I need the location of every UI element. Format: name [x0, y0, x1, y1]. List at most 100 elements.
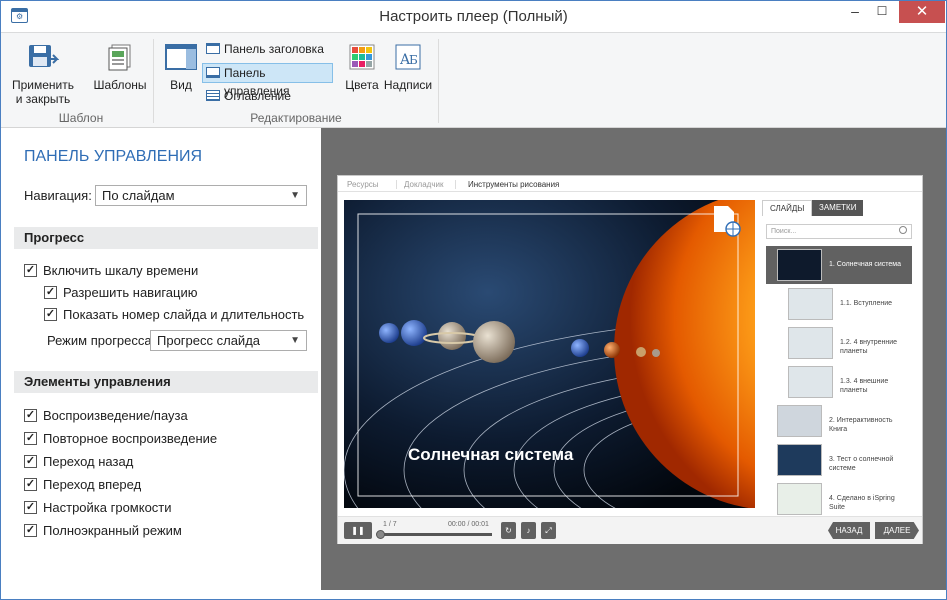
templates-icon	[108, 44, 131, 71]
labels-text-icon: A Б	[395, 44, 421, 70]
search-placeholder: Поиск...	[771, 228, 797, 235]
control-checkbox-label: Переход назад	[43, 454, 134, 469]
slide-thumbnail	[788, 366, 833, 398]
ribbon-separator	[153, 39, 154, 123]
colors-palette-icon	[349, 44, 375, 70]
title-panel-icon	[206, 43, 220, 54]
templates-label: Шаблоны	[93, 78, 147, 92]
slide-list-label: 1.1. Вступление	[840, 300, 893, 307]
slide-list-item[interactable]: 1. Солнечная система	[766, 246, 912, 284]
svg-text:Б: Б	[409, 53, 418, 67]
colors-label: Цвета	[345, 78, 379, 92]
slide-list-label: 2. Интерактивность Книга	[829, 417, 893, 433]
show-slide-number-checkbox[interactable]: ✓ Показать номер слайда и длительность	[44, 307, 304, 322]
fullscreen-button[interactable]: ⤢	[541, 522, 556, 539]
slide-list-label: 1.2. 4 внутренние планеты	[840, 339, 898, 355]
progress-section-header: Прогресс	[14, 227, 318, 249]
checkbox-checked-icon: ✓	[24, 455, 37, 468]
tab-drawing-tools[interactable]: Инструменты рисования	[455, 180, 559, 189]
slide-list-label: 4. Сделано в iSpring Suite	[829, 495, 895, 511]
control-checkbox[interactable]: ✓ Повторное воспроизведение	[24, 431, 217, 446]
back-button[interactable]: НАЗАД	[828, 522, 870, 539]
pause-button[interactable]: ❚❚	[344, 522, 372, 539]
toc-label: Оглавление	[224, 89, 291, 103]
next-button[interactable]: ДАЛЕЕ	[875, 522, 919, 539]
replay-icon: ↻	[505, 526, 512, 535]
labels-label: Надписи	[383, 78, 433, 92]
close-button[interactable]: ✕	[899, 1, 945, 23]
settings-panel: ПАНЕЛЬ УПРАВЛЕНИЯ Навигация: По слайдам …	[11, 128, 321, 590]
apply-close-label-line2: и закрыть	[15, 92, 71, 106]
colors-button[interactable]: Цвета	[343, 43, 381, 92]
replay-button[interactable]: ↻	[501, 522, 516, 539]
navigation-select[interactable]: По слайдам ▼	[95, 185, 307, 206]
templates-button[interactable]: Шаблоны	[89, 43, 151, 92]
enable-timeline-checkbox[interactable]: ✓ Включить шкалу времени	[24, 263, 198, 278]
slide-search-input[interactable]: Поиск...	[766, 224, 912, 239]
group-template-label: Шаблон	[58, 111, 104, 125]
progress-mode-select[interactable]: Прогресс слайда ▼	[150, 330, 307, 351]
control-checkbox[interactable]: ✓ Настройка громкости	[24, 500, 172, 515]
minimize-button[interactable]: ‒	[840, 1, 870, 23]
title-panel-button[interactable]: Панель заголовка	[203, 40, 331, 60]
slide-list-item[interactable]: 3. Тест о солнечной системе	[766, 441, 912, 479]
player-controls: ❚❚ 1 / 7 00:00 / 00:01 ↻ ♪ ⤢ НАЗАД ДАЛЕЕ	[338, 516, 922, 544]
tab-notes[interactable]: ЗАМЕТКИ	[812, 200, 864, 216]
title-panel-label: Панель заголовка	[224, 42, 324, 56]
view-layout-icon	[165, 44, 197, 70]
checkbox-checked-icon: ✓	[24, 432, 37, 445]
progress-mode-value: Прогресс слайда	[157, 333, 261, 348]
volume-button[interactable]: ♪	[521, 522, 536, 539]
control-checkbox[interactable]: ✓ Переход вперед	[24, 477, 141, 492]
slide-list-item[interactable]: 1.1. Вступление	[766, 285, 912, 323]
tab-presenter[interactable]: Докладчик	[396, 180, 443, 189]
progress-track[interactable]	[380, 533, 492, 536]
slide-list-label: 3. Тест о солнечной системе	[829, 456, 894, 472]
control-checkbox[interactable]: ✓ Воспроизведение/пауза	[24, 408, 188, 423]
panel-heading: ПАНЕЛЬ УПРАВЛЕНИЯ	[24, 148, 203, 165]
chevron-down-icon: ▼	[290, 335, 300, 346]
allow-navigation-checkbox[interactable]: ✓ Разрешить навигацию	[44, 285, 198, 300]
volume-icon: ♪	[526, 526, 531, 535]
control-checkbox[interactable]: ✓ Полноэкранный режим	[24, 523, 182, 538]
slide-counter: 1 / 7	[383, 521, 397, 528]
checkbox-checked-icon: ✓	[44, 286, 57, 299]
enable-timeline-label: Включить шкалу времени	[43, 263, 199, 278]
apply-close-button[interactable]: Применить и закрыть	[11, 43, 75, 106]
slide-thumbnail	[788, 288, 833, 320]
tab-slides[interactable]: СЛАЙДЫ	[762, 200, 813, 216]
progress-mode-label: Режим прогресса:	[47, 333, 156, 348]
slide-list-item[interactable]: 4. Сделано в iSpring Suite	[766, 480, 912, 518]
slide-list-item[interactable]: 2. Интерактивность Книга	[766, 402, 912, 440]
allow-navigation-label: Разрешить навигацию	[63, 285, 198, 300]
slide-title: Солнечная система	[408, 445, 574, 464]
tab-resources[interactable]: Ресурсы	[347, 180, 379, 189]
control-panel-button[interactable]: Панель управления	[202, 63, 333, 98]
navigation-label: Навигация:	[24, 188, 92, 203]
slide-thumbnail	[777, 249, 822, 281]
fullscreen-icon: ⤢	[545, 526, 552, 535]
slide-canvas: Солнечная система	[344, 200, 755, 508]
window-title: Настроить плеер (Полный)	[379, 8, 568, 25]
slide-list-item[interactable]: 1.3. 4 внешние планеты	[766, 363, 912, 401]
control-checkbox[interactable]: ✓ Переход назад	[24, 454, 133, 469]
progress-handle[interactable]	[376, 530, 385, 539]
player-top-tabs: Ресурсы Докладчик Инструменты рисования	[338, 176, 922, 192]
controls-section-header: Элементы управления	[14, 371, 318, 393]
save-icon	[29, 45, 60, 67]
view-button[interactable]: Вид	[161, 43, 201, 92]
chevron-down-icon: ▼	[290, 190, 300, 201]
player-preview: Ресурсы Докладчик Инструменты рисования	[337, 175, 923, 544]
slide-thumbnail	[777, 483, 822, 515]
apply-close-label-line1: Применить	[11, 78, 74, 92]
slide-list-item[interactable]: 1.2. 4 внутренние планеты	[766, 324, 912, 362]
slide-list-label: 1.3. 4 внешние планеты	[840, 378, 889, 394]
toc-icon	[206, 90, 220, 101]
maximize-button[interactable]: ☐	[867, 1, 897, 23]
labels-button[interactable]: A Б Надписи	[383, 43, 433, 92]
toc-button[interactable]: Оглавление	[203, 87, 331, 107]
checkbox-checked-icon: ✓	[24, 501, 37, 514]
checkbox-checked-icon: ✓	[44, 308, 57, 321]
title-bar: ⚙ Настроить плеер (Полный) ‒ ☐ ✕	[1, 1, 946, 32]
slide-thumbnail	[777, 444, 822, 476]
